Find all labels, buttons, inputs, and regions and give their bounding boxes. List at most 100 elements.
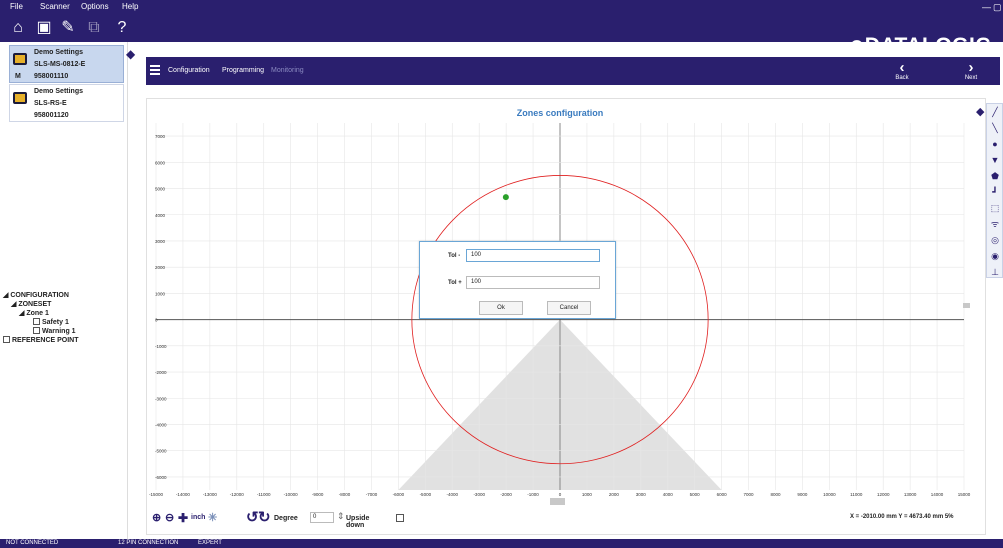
x-tick-label: 10000 [823,492,836,497]
x-tick-label: -5000 [420,492,432,497]
y-tick-label: 2000 [155,265,166,270]
x-tick-label: -4000 [447,492,459,497]
nav-bar: Configuration Programming Monitoring ‹ Ba… [146,57,1000,85]
x-tick-label: -1000 [527,492,539,497]
horizontal-scroll-thumb [550,498,565,505]
cursor-coordinates: X = -2010.00 mm Y = 4673.40 mm 5% [850,514,954,520]
datalogic-logo: ⊕DATALOGIC [849,34,991,57]
select-area-tool-icon[interactable]: ⬚ [989,202,1001,214]
warning1-checkbox[interactable] [33,327,40,334]
corner-tool-icon[interactable]: ┛ [989,186,1001,198]
x-tick-label: 11000 [850,492,863,497]
home-icon[interactable]: ⌂ [8,18,28,38]
collapse-palette-icon[interactable]: ◆ [976,105,984,118]
restore-button[interactable]: ▢ [993,2,1002,13]
line-tool-icon[interactable]: ╱ [989,106,1001,118]
tol-plus-input[interactable]: 100 [466,276,600,289]
device-name: Demo Settings [34,49,84,56]
tab-monitoring[interactable]: Monitoring [271,67,304,74]
x-tick-label: -10000 [284,492,299,497]
chevron-right-icon: › [968,59,974,76]
x-tick-label: -9000 [312,492,324,497]
device-name: Demo Settings [34,88,84,95]
menu-bar: File Scanner Options Help — ▢ [0,0,1003,14]
grid-icon[interactable]: ✳ [208,511,217,524]
upside-down-label: Upside down [346,515,370,529]
next-button[interactable]: › Next [956,59,986,81]
tol-minus-label: Tol - [448,253,461,259]
y-tick-label: -5000 [155,449,167,454]
zoom-in-icon[interactable]: ⊕ [152,511,161,524]
cancel-button[interactable]: Cancel [547,301,591,315]
tree-warning1[interactable]: Warning 1 [3,327,79,336]
y-tick-label: 7000 [155,134,166,139]
signal-tool-icon[interactable]: ᯤ [989,218,1001,230]
rings-tool-icon[interactable]: ◎ [989,234,1001,246]
zoom-out-icon[interactable]: ⊖ [165,511,174,524]
x-tick-label: -7000 [366,492,378,497]
tree-zone1[interactable]: ◢ Zone 1 [3,309,79,318]
tree-safety1[interactable]: Safety 1 [3,318,79,327]
reference-point-checkbox[interactable] [3,336,10,343]
y-tick-label: 1000 [155,291,166,296]
x-tick-label: -6000 [393,492,405,497]
tol-minus-input[interactable]: 100 [466,249,600,262]
y-tick-label: -3000 [155,396,167,401]
menu-scanner[interactable]: Scanner [40,2,70,11]
device-serial: 958001110 [34,73,69,80]
tree-configuration[interactable]: ◢ CONFIGURATION [3,291,79,300]
polygon-tool-icon[interactable]: ⬟ [989,170,1001,182]
y-tick-label: -6000 [155,475,167,480]
x-tick-label: 5000 [690,492,701,497]
logo-mark-icon: ⊕ [849,36,865,56]
status-bar: NOT CONNECTED 12 PIN CONNECTION EXPERT [0,539,1003,548]
edit-icon[interactable]: ✎ [58,18,78,38]
x-tick-label: 13000 [904,492,917,497]
user-level-status: EXPERT [198,540,222,546]
menu-file[interactable]: File [10,2,23,11]
x-tick-label: 15000 [958,492,971,497]
help-icon[interactable]: ? [112,18,132,38]
tab-configuration[interactable]: Configuration [168,67,210,74]
degree-label: Degree [274,515,298,522]
tab-programming[interactable]: Programming [222,67,264,74]
device-item-2[interactable]: Demo Settings SLS-RS-E 958001120 [9,84,124,122]
circle-tool-icon[interactable]: ● [989,138,1001,150]
hamburger-menu-icon[interactable] [150,65,160,75]
x-tick-label: 14000 [931,492,944,497]
safety1-checkbox[interactable] [33,318,40,325]
line-reverse-tool-icon[interactable]: ╲ [989,122,1001,134]
device-item-1[interactable]: Demo Settings SLS-MS-0812-E M 958001110 [9,45,124,83]
x-tick-label: 7000 [744,492,755,497]
back-button[interactable]: ‹ Back [887,60,917,81]
triangle-tool-icon[interactable]: ▼ [989,154,1001,166]
minimize-button[interactable]: — [982,2,991,12]
degree-spinner-icon[interactable]: ⇕ [337,511,345,522]
x-tick-label: -13000 [203,492,218,497]
x-tick-label: 12000 [877,492,890,497]
tree-reference-point[interactable]: REFERENCE POINT [3,336,79,345]
unit-label[interactable]: inch [191,514,205,521]
device-serial: 958001120 [34,112,69,119]
menu-options[interactable]: Options [81,2,109,11]
device-model: SLS-RS-E [34,100,67,107]
compare-icon[interactable]: ⧉ [84,18,104,38]
collapse-panel-icon[interactable]: ◆ [126,47,135,61]
x-tick-label: 0 [559,492,562,497]
x-tick-label: 8000 [770,492,781,497]
rotate-right-icon[interactable]: ↻ [258,508,271,526]
pan-icon[interactable]: ✚ [178,511,188,525]
scanner-device-icon [13,53,27,65]
menu-help[interactable]: Help [122,2,138,11]
rotate-left-icon[interactable]: ↺ [246,508,259,526]
y-tick-label: 6000 [155,160,166,165]
tree-zoneset[interactable]: ◢ ZONESET [3,300,79,309]
tolerance-dialog: Tol - 100 Tol + 100 Ok Cancel [419,241,616,319]
ok-button[interactable]: Ok [479,301,523,315]
save-icon[interactable]: ▣ [34,18,54,38]
pin-tool-icon[interactable]: ⊥ [989,266,1001,278]
target-tool-icon[interactable]: ◉ [989,250,1001,262]
degree-input[interactable]: 0 [310,512,334,523]
y-tick-label: -4000 [155,422,167,427]
upside-down-checkbox[interactable] [396,514,404,522]
